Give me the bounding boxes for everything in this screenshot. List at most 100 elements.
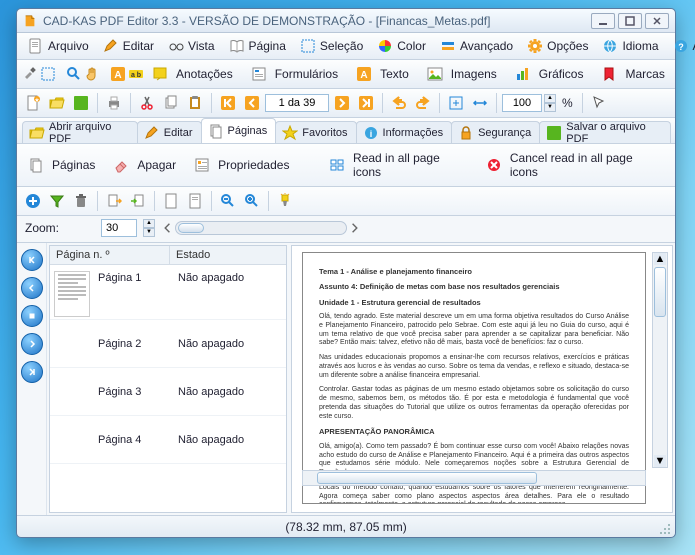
tab-favoritos[interactable]: Favoritos bbox=[275, 121, 356, 143]
zoom-scroller[interactable] bbox=[161, 221, 361, 235]
nav-first[interactable] bbox=[217, 92, 239, 114]
group-marcas[interactable]: Marcas bbox=[595, 63, 674, 85]
maximize-button[interactable] bbox=[618, 13, 642, 29]
tool-page2[interactable] bbox=[184, 190, 206, 212]
group-graficos[interactable]: Gráficos bbox=[509, 63, 594, 85]
scroll-right-icon[interactable] bbox=[347, 221, 361, 235]
vscroll-thumb[interactable] bbox=[654, 267, 666, 317]
menu-color[interactable]: Color bbox=[371, 36, 432, 56]
page-row[interactable]: Página 3 Não apagado bbox=[50, 368, 286, 416]
sub-read-icons[interactable]: Read in all page icons bbox=[323, 147, 478, 183]
menu-avancado[interactable]: Avançado bbox=[434, 36, 519, 56]
page-indicator[interactable] bbox=[265, 94, 329, 112]
main-tabs: Abrir arquivo PDF Editar Páginas Favorit… bbox=[17, 118, 675, 144]
scroll-down-icon[interactable]: ▼ bbox=[654, 455, 666, 467]
window-title: CAD-KAS PDF Editor 3.3 - VERSÃO DE DEMON… bbox=[43, 14, 591, 28]
minimize-button[interactable] bbox=[591, 13, 615, 29]
nav-last[interactable] bbox=[355, 92, 377, 114]
pages-subbar: Páginas Apagar Propriedades Read in all … bbox=[17, 144, 675, 187]
nav-next[interactable] bbox=[331, 92, 353, 114]
page-preview[interactable]: Tema 1 - Análise e planejamento financei… bbox=[291, 245, 673, 513]
tab-paginas[interactable]: Páginas bbox=[201, 118, 277, 143]
tab-informacoes[interactable]: i Informações bbox=[356, 121, 453, 143]
btn-fitwidth[interactable] bbox=[469, 92, 491, 114]
group-imagens[interactable]: Imagens bbox=[421, 63, 507, 85]
menu-idioma[interactable]: Idioma bbox=[596, 36, 664, 56]
content-area: Página n. º Estado Página 1 Não apagado … bbox=[17, 243, 675, 515]
tool-filter[interactable] bbox=[46, 190, 68, 212]
tool-page1[interactable] bbox=[160, 190, 182, 212]
menu-selecao[interactable]: Seleção bbox=[294, 36, 369, 56]
tool-trash[interactable] bbox=[70, 190, 92, 212]
tool-search[interactable] bbox=[66, 63, 82, 85]
menu-opcoes[interactable]: Opções bbox=[521, 36, 594, 56]
vscrollbar[interactable]: ▲ ▼ bbox=[652, 252, 668, 468]
tab-abrir[interactable]: Abrir arquivo PDF bbox=[22, 121, 138, 143]
hscrollbar[interactable] bbox=[302, 470, 646, 486]
tool-flashlight[interactable] bbox=[274, 190, 296, 212]
round-first[interactable] bbox=[21, 249, 43, 271]
page-row[interactable]: Página 1 Não apagado bbox=[50, 265, 286, 320]
menu-vista[interactable]: Vista bbox=[162, 36, 220, 56]
btn-new[interactable]: ★ bbox=[22, 92, 44, 114]
zoom-spin2[interactable]: ▲▼ bbox=[143, 219, 155, 237]
page-row[interactable]: Página 4 Não apagado bbox=[50, 416, 286, 464]
col-state[interactable]: Estado bbox=[170, 246, 286, 264]
round-prev[interactable] bbox=[21, 277, 43, 299]
btn-pointer[interactable] bbox=[588, 92, 610, 114]
scroll-up-icon[interactable]: ▲ bbox=[654, 253, 666, 265]
group-formularios[interactable]: Formulários bbox=[245, 63, 348, 85]
tool-insert[interactable] bbox=[127, 190, 149, 212]
tab-seguranca[interactable]: Segurança bbox=[451, 121, 540, 143]
tool-zoomin[interactable] bbox=[241, 190, 263, 212]
app-icon bbox=[23, 14, 37, 28]
btn-cut[interactable] bbox=[136, 92, 158, 114]
page-row[interactable]: Página 2 Não apagado bbox=[50, 320, 286, 368]
tool-zoomout[interactable] bbox=[217, 190, 239, 212]
round-next[interactable] bbox=[21, 333, 43, 355]
col-page-num[interactable]: Página n. º bbox=[50, 246, 170, 264]
resize-grip-icon[interactable] bbox=[659, 523, 671, 535]
btn-print[interactable] bbox=[103, 92, 125, 114]
tab-salvar[interactable]: Salvar o arquivo PDF bbox=[539, 121, 671, 143]
zoom-thumb[interactable] bbox=[178, 223, 204, 233]
tool-select[interactable] bbox=[40, 63, 56, 85]
tool-add[interactable] bbox=[22, 190, 44, 212]
btn-fitpage[interactable] bbox=[445, 92, 467, 114]
zoom-value[interactable] bbox=[101, 219, 137, 237]
nav-prev[interactable] bbox=[241, 92, 263, 114]
tool-ab[interactable]: a b bbox=[128, 63, 144, 85]
close-button[interactable] bbox=[645, 13, 669, 29]
btn-undo[interactable] bbox=[388, 92, 410, 114]
round-stop[interactable] bbox=[21, 305, 43, 327]
lock-icon bbox=[458, 125, 474, 141]
tool-text-a[interactable]: A bbox=[110, 63, 126, 85]
group-texto[interactable]: A Texto bbox=[350, 63, 419, 85]
selection-icon bbox=[300, 38, 316, 54]
zoom-spin[interactable]: ▲▼ bbox=[544, 94, 556, 112]
hscroll-thumb[interactable] bbox=[317, 472, 537, 484]
zoom-pct-label: % bbox=[558, 94, 577, 112]
sub-paginas[interactable]: Páginas bbox=[22, 154, 105, 176]
btn-save[interactable] bbox=[70, 92, 92, 114]
round-last[interactable] bbox=[21, 361, 43, 383]
menu-arquivo[interactable]: Arquivo bbox=[22, 36, 95, 56]
btn-redo[interactable] bbox=[412, 92, 434, 114]
group-anotacoes[interactable]: Anotações bbox=[146, 63, 243, 85]
tool-hammer[interactable] bbox=[22, 63, 38, 85]
tab-editar[interactable]: Editar bbox=[137, 121, 202, 143]
btn-copy[interactable] bbox=[160, 92, 182, 114]
toolbar-tools: A a b Anotações Formulários A Texto Imag… bbox=[17, 60, 675, 89]
tool-extract[interactable] bbox=[103, 190, 125, 212]
zoom-input[interactable] bbox=[502, 94, 542, 112]
sub-cancel-read[interactable]: Cancel read in all page icons bbox=[480, 147, 670, 183]
menu-editar[interactable]: Editar bbox=[97, 36, 160, 56]
btn-open[interactable] bbox=[46, 92, 68, 114]
menu-pagina[interactable]: Página bbox=[223, 36, 292, 56]
tool-hand[interactable] bbox=[84, 63, 100, 85]
sub-apagar[interactable]: Apagar bbox=[107, 154, 186, 176]
menu-ajuda[interactable]: ? Ajuda bbox=[667, 36, 695, 56]
btn-paste[interactable] bbox=[184, 92, 206, 114]
sub-propriedades[interactable]: Propriedades bbox=[188, 154, 299, 176]
scroll-left-icon[interactable] bbox=[161, 221, 175, 235]
